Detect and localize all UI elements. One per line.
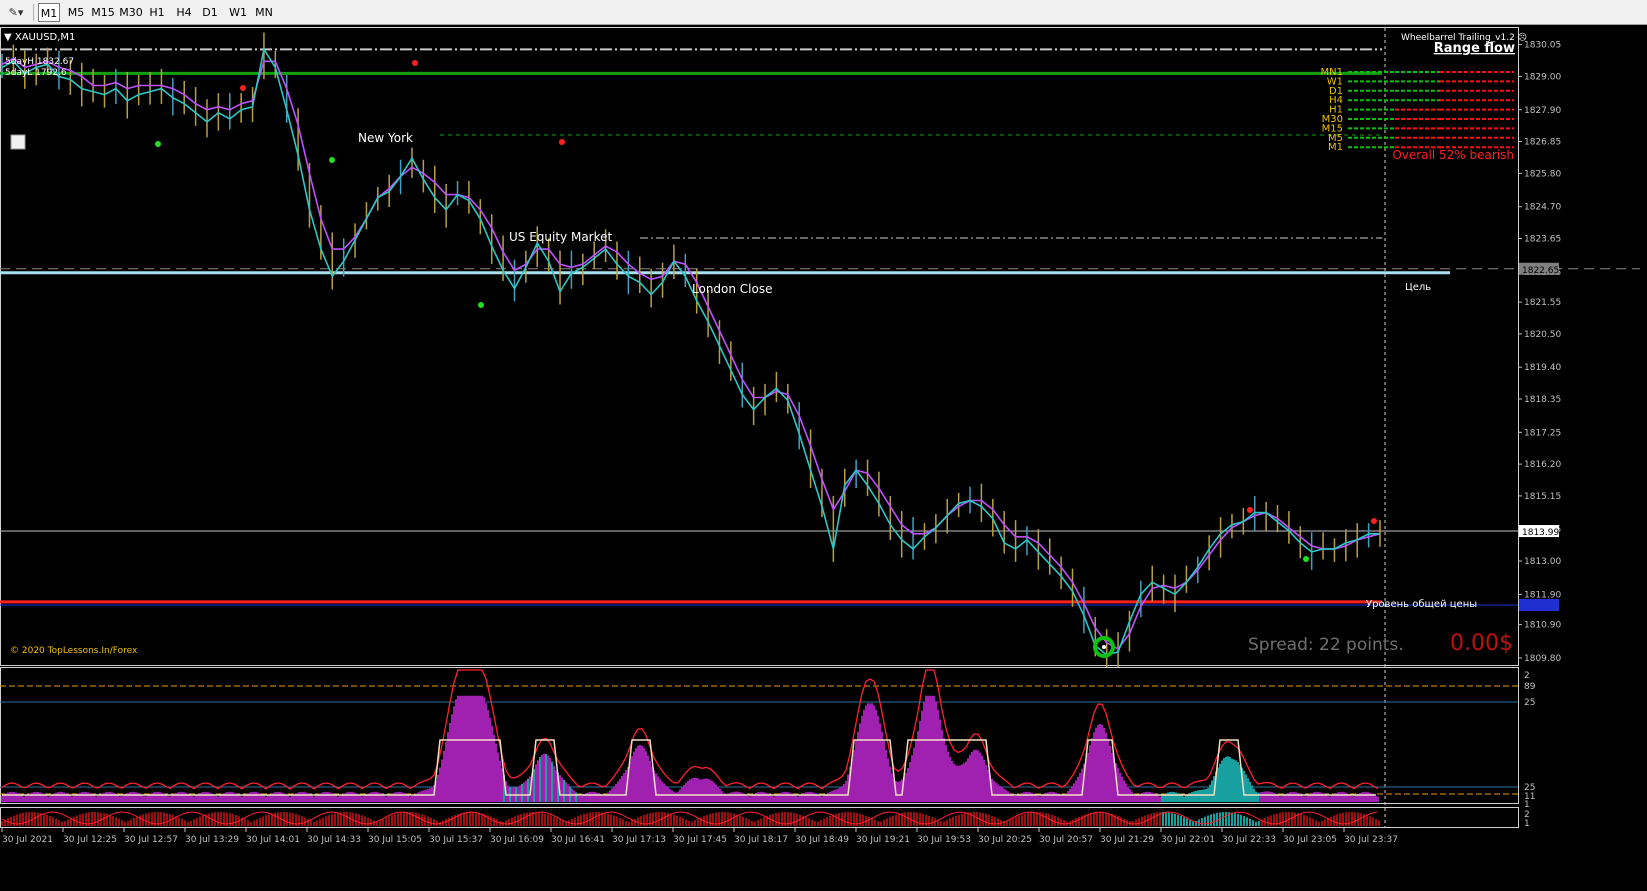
time-tick-label: 30 Jul 14:33 (307, 835, 361, 845)
time-tick-label: 30 Jul 18:17 (734, 835, 788, 845)
price-tick-label: 1827.90 (1524, 106, 1561, 116)
price-tick-label: 1817.25 (1524, 428, 1561, 438)
time-tick-label: 30 Jul 20:25 (978, 835, 1032, 845)
time-tick-label: 30 Jul 2021 (2, 835, 53, 845)
timeframe-m30-button[interactable]: M30 (118, 3, 144, 22)
price-tick-label: 1820.50 (1524, 330, 1561, 340)
time-tick-label: 30 Jul 23:05 (1283, 835, 1337, 845)
time-tick-label: 30 Jul 18:49 (795, 835, 849, 845)
session-label-us-equity: US Equity Market (509, 230, 613, 244)
time-tick-label: 30 Jul 23:37 (1344, 835, 1398, 845)
oscillator-panel-2 (0, 807, 1519, 828)
osc-axis-label: 1 (1524, 800, 1530, 810)
price-tick-label: 1824.70 (1524, 203, 1561, 213)
trailing-line-teal (1, 47, 1380, 656)
time-tick-label: 30 Jul 12:57 (124, 835, 178, 845)
price-tick-label: 1825.80 (1524, 169, 1561, 179)
signal-dot (559, 139, 565, 145)
time-tick-label: 30 Jul 15:37 (429, 835, 483, 845)
price-axis: 1830.05 1829.00 1827.90 1826.85 1825.80 1824.… (1518, 41, 1561, 829)
timeframe-m15-button[interactable]: M15 (90, 3, 116, 22)
timeframe-m1-button[interactable]: M1 (38, 3, 60, 22)
price-tick-label: 1815.15 (1524, 492, 1561, 502)
osc-axis-label: 2 (1524, 671, 1530, 681)
osc-axis-label: 89 (1524, 682, 1536, 692)
price-tick-label: 1819.40 (1524, 363, 1561, 373)
signal-dot (478, 302, 484, 308)
price-tick-label: 1823.65 (1524, 234, 1561, 244)
target-price-tag: 1822.65 (1522, 266, 1559, 276)
overall-bias-text: Overall 52% bearish (1392, 148, 1514, 162)
signal-dot (1303, 556, 1309, 562)
time-tick-label: 30 Jul 22:33 (1222, 835, 1276, 845)
price-tick-label: 1809.80 (1524, 654, 1561, 664)
signal-dot (1371, 518, 1377, 524)
oscillator-panel (0, 667, 1519, 804)
time-tick-label: 30 Jul 19:53 (917, 835, 971, 845)
price-tick-label: 1811.90 (1524, 590, 1561, 600)
osc-red-line (1, 669, 1379, 790)
time-tick-label: 30 Jul 15:05 (368, 835, 422, 845)
info-line-5dayh: 5dayH 1832.67 (5, 57, 74, 67)
timeframe-d1-button[interactable]: D1 (198, 3, 222, 22)
signal-dot (329, 157, 335, 163)
price-tick-label: 1813.00 (1524, 557, 1561, 567)
time-tick-label: 30 Jul 19:21 (856, 835, 910, 845)
osc-axis-label: 1 (1524, 819, 1530, 829)
level-label: Уровень общей цены (1366, 599, 1477, 610)
target-label: Цель (1405, 282, 1431, 293)
signal-dot (412, 60, 418, 66)
price-tick-label: 1830.05 (1524, 41, 1561, 51)
copyright-text: © 2020 TopLessons.In/Forex (10, 646, 138, 656)
tf-strength-label: M1 (1328, 142, 1343, 153)
time-tick-label: 30 Jul 21:29 (1100, 835, 1154, 845)
timeframe-w1-button[interactable]: W1 (226, 3, 250, 22)
blue-price-tag: 1812.43 (1522, 602, 1559, 612)
spread-text: Spread: 22 points. (1248, 635, 1404, 655)
overlay-texts: ▼ XAUUSD,M1 5dayH 1832.675dayL 1792.6 New … (4, 32, 1527, 656)
time-tick-label: 30 Jul 16:41 (551, 835, 605, 845)
chart-tools-dropdown[interactable]: ✎▾ (4, 3, 28, 22)
signal-dot (240, 85, 246, 91)
price-panel-border (0, 27, 1519, 666)
buy-signal-center (1102, 645, 1106, 649)
price-tick-label: 1821.55 (1524, 298, 1561, 308)
time-tick-label: 30 Jul 17:45 (673, 835, 727, 845)
price-tick-label: 1829.00 (1524, 72, 1561, 82)
time-axis: 30 Jul 2021 30 Jul 12:25 30 Jul 12:57 30 Ju… (1, 828, 1398, 845)
toolbar-separator (33, 4, 34, 21)
time-tick-label: 30 Jul 12:25 (63, 835, 117, 845)
profit-text: 0.00$ (1450, 631, 1513, 656)
price-tick-label: 1810.90 (1524, 621, 1561, 631)
timeframe-toolbar: ✎▾ M1 M5 M15 M30 H1 H4 D1 W1 MN (0, 0, 1647, 25)
indicator-subtitle: Range flow (1434, 41, 1515, 56)
price-tick-label: 1818.35 (1524, 395, 1561, 405)
osc2-panel-border (0, 807, 1519, 828)
timeframe-m5-button[interactable]: M5 (64, 3, 88, 22)
session-label-london-close: London Close (692, 282, 773, 296)
osc-axis-label: 25 (1524, 698, 1535, 708)
info-line-5dayl: 5dayL 1792.6 (5, 68, 67, 78)
panel-toggle-square (10, 134, 26, 150)
current-price-tag: 1813.99 (1522, 528, 1559, 538)
time-tick-label: 30 Jul 13:29 (185, 835, 239, 845)
timeframe-h1-button[interactable]: H1 (146, 3, 168, 22)
time-tick-label: 30 Jul 22:01 (1161, 835, 1215, 845)
timeframe-h4-button[interactable]: H4 (172, 3, 196, 22)
session-label-new-york: New York (358, 131, 413, 145)
time-tick-label: 30 Jul 20:57 (1039, 835, 1093, 845)
price-chart[interactable]: 30 Jul 2021 30 Jul 12:25 30 Jul 12:57 30 Ju… (0, 25, 1647, 891)
time-tick-label: 30 Jul 17:13 (612, 835, 666, 845)
time-tick-label: 30 Jul 16:09 (490, 835, 544, 845)
symbol-label: ▼ XAUUSD,M1 (4, 32, 75, 43)
time-tick-label: 30 Jul 14:01 (246, 835, 300, 845)
price-tick-label: 1816.20 (1524, 460, 1561, 470)
price-tick-label: 1826.85 (1524, 138, 1561, 148)
trailing-line-purple (1, 57, 1381, 650)
signal-dot (1247, 507, 1253, 513)
signal-dot (155, 141, 161, 147)
timeframe-mn-button[interactable]: MN (252, 3, 276, 22)
